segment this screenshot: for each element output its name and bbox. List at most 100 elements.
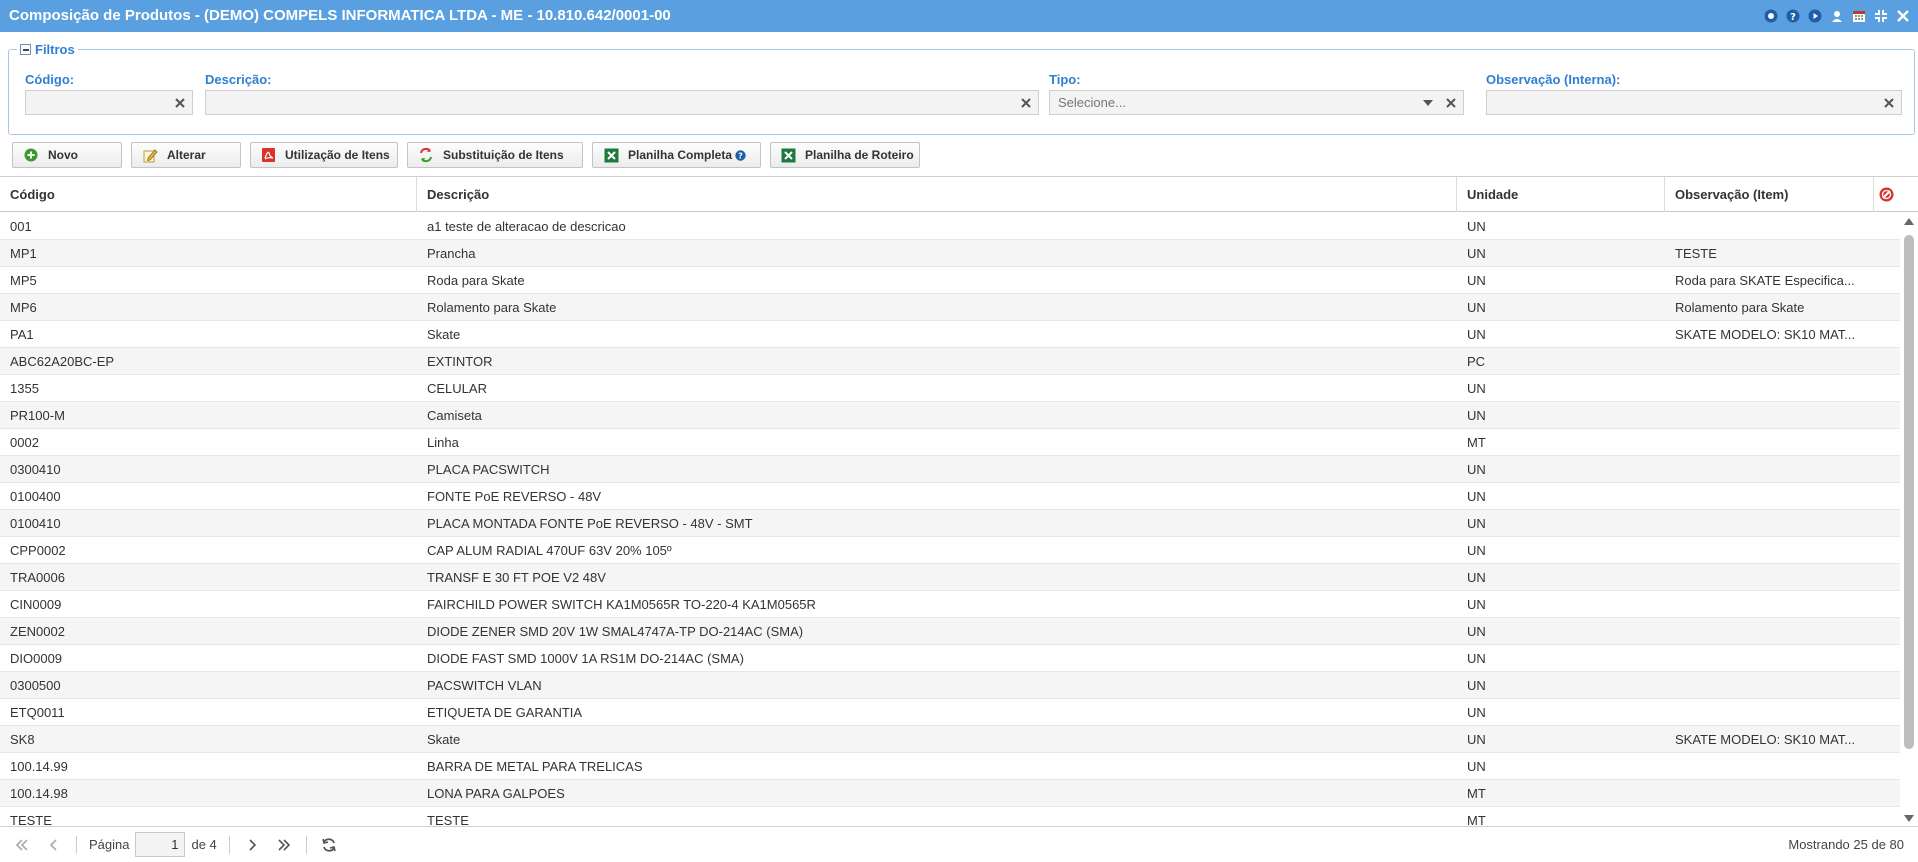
table-row[interactable]: MP1 Prancha UN TESTE [0,240,1900,267]
record-icon[interactable] [1763,8,1778,23]
cell-observacao: SKATE MODELO: SK10 MAT... [1675,326,1856,342]
cell-descricao: a1 teste de alteracao de descricao [427,218,626,234]
cell-observacao [1665,213,1874,239]
clear-icon[interactable] [1439,91,1463,114]
cell-observacao [1665,699,1874,725]
alterar-button[interactable]: Alterar [131,142,241,168]
calendar-icon[interactable] [1851,8,1866,23]
clear-icon[interactable] [1014,91,1038,114]
planilha-completa-button[interactable]: Planilha Completa ? [592,142,761,168]
prev-page-icon[interactable] [44,835,64,855]
cell-descricao: FAIRCHILD POWER SWITCH KA1M0565R TO-220-… [427,596,816,612]
utilizacao-button[interactable]: Utilização de Itens [250,142,398,168]
table-row[interactable]: 0300410 PLACA PACSWITCH UN [0,456,1900,483]
tipo-select[interactable]: Selecione... [1049,90,1464,115]
cell-unidade: UN [1467,245,1486,261]
codigo-field[interactable] [25,90,193,115]
clear-icon[interactable] [1877,91,1901,114]
compress-icon[interactable] [1873,8,1888,23]
cell-codigo: ABC62A20BC-EP [10,353,115,369]
planilha-roteiro-button[interactable]: Planilha de Roteiro [770,142,920,168]
scroll-down-icon[interactable] [1904,813,1914,823]
novo-button[interactable]: Novo [12,142,122,168]
table-row[interactable]: 0300500 PACSWITCH VLAN UN [0,672,1900,699]
cell-unidade: UN [1467,704,1486,720]
cell-observacao [1665,510,1874,536]
first-page-icon[interactable] [12,835,32,855]
alterar-label: Alterar [167,148,206,162]
cell-codigo: MP5 [10,272,37,288]
table-row[interactable]: SK8 Skate UN SKATE MODELO: SK10 MAT... [0,726,1900,753]
table-row[interactable]: 0100400 FONTE PoE REVERSO - 48V UN [0,483,1900,510]
cell-spacer [1874,699,1900,725]
table-row[interactable]: 001 a1 teste de alteracao de descricao UN [0,213,1900,240]
cell-observacao [1665,672,1874,698]
table-row[interactable]: MP6 Rolamento para Skate UN Rolamento para … [0,294,1900,321]
table-row[interactable]: TRA0006 TRANSF E 30 FT POE V2 48V UN [0,564,1900,591]
cell-unidade: UN [1467,569,1486,585]
table-row[interactable]: PA1 Skate UN SKATE MODELO: SK10 MAT... [0,321,1900,348]
last-page-icon[interactable] [274,835,294,855]
cell-spacer [1874,591,1900,617]
cell-spacer [1874,618,1900,644]
descricao-label: Descrição: [205,72,272,87]
cell-observacao [1665,564,1874,590]
column-header-descricao[interactable]: Descrição [417,177,1457,212]
table-row[interactable]: 1355 CELULAR UN [0,375,1900,402]
column-header-observacao[interactable]: Observação (Item) [1665,177,1874,212]
column-header-codigo[interactable]: Código [0,177,417,212]
next-page-icon[interactable] [242,835,262,855]
pdf-icon [261,147,276,163]
grid-header: Código Descrição Unidade Observação (Ite… [0,177,1918,212]
clear-icon[interactable] [168,91,192,114]
table-row[interactable]: CPP0002 CAP ALUM RADIAL 470UF 63V 20% 105… [0,537,1900,564]
observacao-field[interactable] [1486,90,1902,115]
table-row[interactable]: ETQ0011 ETIQUETA DE GARANTIA UN [0,699,1900,726]
table-row[interactable]: ABC62A20BC-EP EXTINTOR PC [0,348,1900,375]
table-row[interactable]: PR100-M Camiseta UN [0,402,1900,429]
chevron-down-icon[interactable] [1417,91,1439,114]
tipo-value[interactable]: Selecione... [1050,95,1417,110]
help-icon[interactable]: ? [1785,8,1800,23]
cell-descricao: CELULAR [427,380,487,396]
cell-spacer [1874,321,1900,347]
close-icon[interactable] [1895,8,1910,23]
substituicao-button[interactable]: Substituição de Itens [407,142,583,168]
user-icon[interactable] [1829,8,1844,23]
cell-descricao: Roda para Skate [427,272,525,288]
scroll-up-icon[interactable] [1904,216,1914,226]
excel-icon [781,147,796,163]
cell-observacao [1665,645,1874,671]
table-row[interactable]: MP5 Roda para Skate UN Roda para SKATE Espe… [0,267,1900,294]
column-header-unidade[interactable]: Unidade [1457,177,1665,212]
cell-observacao [1665,429,1874,455]
table-row[interactable]: DIO0009 DIODE FAST SMD 1000V 1A RS1M DO-2… [0,645,1900,672]
vertical-scrollbar[interactable] [1900,213,1918,827]
cell-codigo: DIO0009 [10,650,63,666]
cell-descricao: PLACA MONTADA FONTE PoE REVERSO - 48V - … [427,515,753,531]
cell-codigo: 0100410 [10,515,61,531]
scrollbar-thumb[interactable] [1904,235,1914,749]
clear-sort-icon[interactable] [1874,177,1900,212]
cell-codigo: PR100-M [10,407,65,423]
table-row[interactable]: CIN0009 FAIRCHILD POWER SWITCH KA1M0565R … [0,591,1900,618]
refresh-icon[interactable] [319,835,339,855]
collapse-icon[interactable] [20,44,31,55]
cell-observacao: Rolamento para Skate [1675,299,1805,315]
table-row[interactable]: TESTE TESTE MT [0,807,1900,828]
table-row[interactable]: 0100410 PLACA MONTADA FONTE PoE REVERSO -… [0,510,1900,537]
table-row[interactable]: 100.14.98 LONA PARA GALPOES MT [0,780,1900,807]
play-icon[interactable] [1807,8,1822,23]
cell-codigo: 0300500 [10,677,61,693]
descricao-field[interactable] [205,90,1039,115]
page-input[interactable]: 1 [135,832,186,857]
help-icon[interactable]: ? [735,149,746,161]
table-row[interactable]: 100.14.99 BARRA DE METAL PARA TRELICAS UN [0,753,1900,780]
products-grid: Código Descrição Unidade Observação (Ite… [0,176,1918,828]
table-row[interactable]: 0002 Linha MT [0,429,1900,456]
paging-status: Mostrando 25 de 80 [1788,837,1904,852]
cell-codigo: CPP0002 [10,542,66,558]
table-row[interactable]: ZEN0002 DIODE ZENER SMD 20V 1W SMAL4747A-… [0,618,1900,645]
planilha-roteiro-label: Planilha de Roteiro [805,148,914,162]
cell-unidade: UN [1467,326,1486,342]
